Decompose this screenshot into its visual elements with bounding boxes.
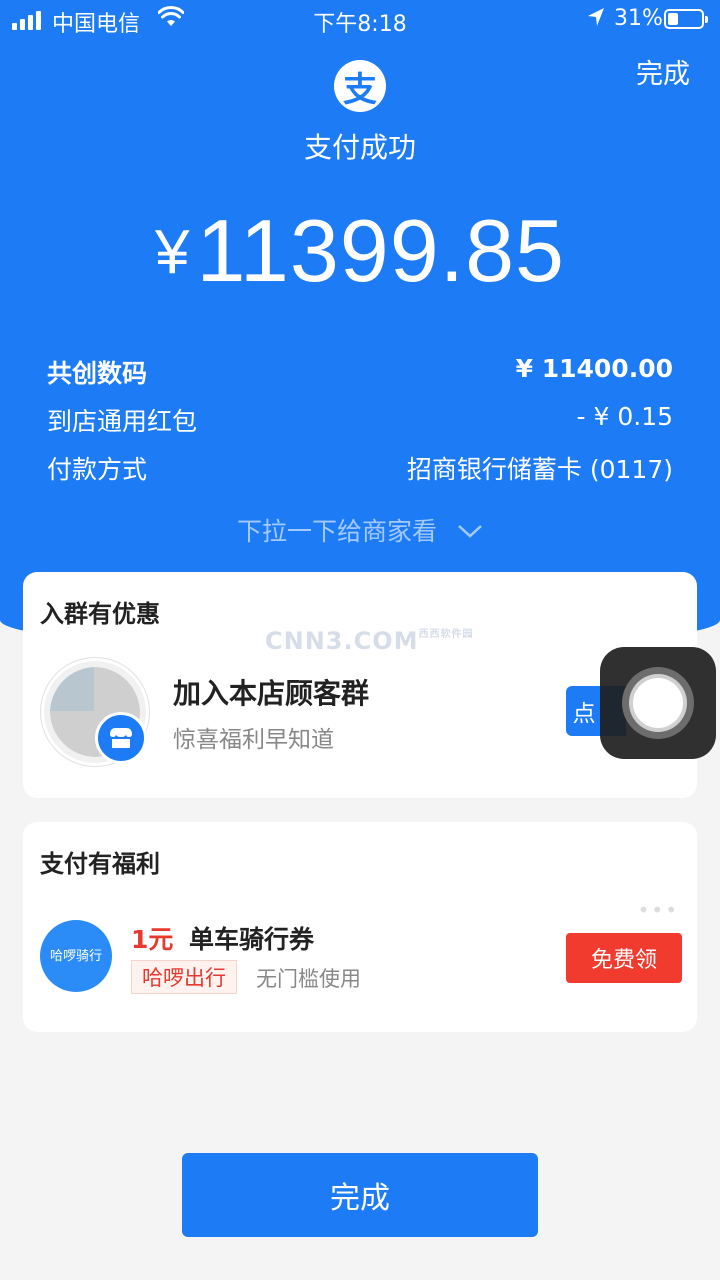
detail-row-discount: 到店通用红包 - ¥ 0.15	[47, 402, 673, 438]
group-subtitle: 惊喜福利早知道	[173, 727, 334, 753]
location-arrow-icon	[586, 6, 606, 34]
amount-value: 11399.85	[196, 201, 565, 300]
detail-row-payment-method: 付款方式 招商银行储蓄卡 (0117)	[47, 450, 673, 486]
payment-amount: ¥11399.85	[0, 200, 720, 302]
group-card-title: 入群有优惠	[40, 600, 160, 628]
hello-logo-text: 哈啰骑行	[49, 948, 102, 964]
pull-down-hint[interactable]: 下拉一下给商家看	[0, 512, 720, 548]
battery-icon	[664, 9, 708, 29]
detail-value: - ¥ 0.15	[576, 402, 673, 431]
done-bottom-button[interactable]: 完成	[182, 1153, 538, 1237]
welfare-card: 支付有福利 ••• 哈啰骑行 1元 单车骑行券 哈啰出行 无门槛使用 免费领	[23, 822, 697, 1032]
watermark: CNN3.COM西西软件园	[265, 627, 474, 655]
brand-tag: 哈啰出行	[131, 960, 237, 994]
chevron-down-icon	[457, 515, 483, 544]
coupon-name: 单车骑行券	[189, 925, 315, 954]
more-dots-icon[interactable]: •••	[638, 898, 679, 922]
payment-status-title: 支付成功	[303, 131, 416, 164]
detail-label: 付款方式	[47, 455, 148, 484]
welfare-card-title: 支付有福利	[40, 850, 160, 878]
alipay-logo-icon: 支	[334, 60, 386, 112]
status-time: 下午8:18	[313, 12, 407, 37]
battery-percent: 31%	[614, 6, 663, 31]
group-card: 入群有优惠 加入本店顾客群 惊喜福利早知道 点	[23, 572, 697, 798]
detail-label: 共创数码	[47, 359, 148, 388]
group-name: 加入本店顾客群	[173, 677, 370, 710]
pull-hint-text: 下拉一下给商家看	[237, 517, 438, 546]
detail-label: 到店通用红包	[47, 407, 198, 436]
hello-bike-logo: 哈啰骑行	[40, 920, 112, 992]
store-icon	[95, 712, 147, 764]
currency-symbol: ¥	[155, 218, 191, 287]
done-top-button[interactable]: 完成	[636, 52, 690, 91]
detail-value: 招商银行储蓄卡 (0117)	[406, 455, 673, 484]
detail-row-merchant: 共创数码 ¥ 11400.00	[47, 354, 673, 390]
status-bar: 中国电信 下午8:18 31%	[0, 0, 720, 40]
coupon-amount: 1元	[131, 925, 174, 954]
detail-value: ¥ 11400.00	[515, 354, 673, 383]
claim-coupon-button[interactable]: 免费领	[566, 933, 682, 983]
assistive-touch-button[interactable]	[600, 647, 716, 759]
coupon-description: 无门槛使用	[256, 967, 361, 991]
